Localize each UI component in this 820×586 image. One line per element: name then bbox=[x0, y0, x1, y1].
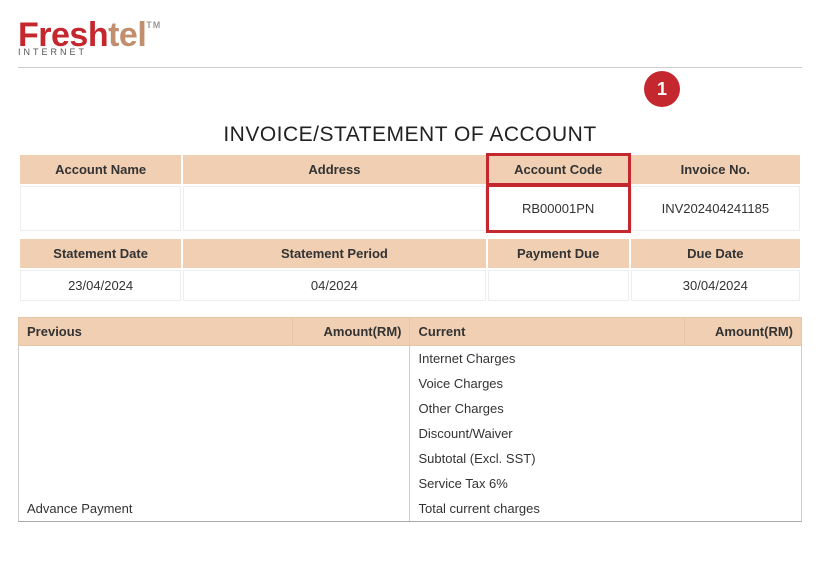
brand-header: FreshtelTM INTERNET bbox=[18, 18, 802, 68]
td-prev-advance: Advance Payment bbox=[19, 496, 293, 522]
td-curr-internet-amt bbox=[684, 346, 801, 372]
td-invoice-no: INV202404241185 bbox=[631, 186, 800, 231]
logo-text-fresh: Fresh bbox=[18, 16, 108, 54]
th-curr-amount: Amount(RM) bbox=[684, 318, 801, 346]
th-prev-amount: Amount(RM) bbox=[293, 318, 410, 346]
th-address: Address bbox=[183, 155, 485, 184]
td-due-date: 30/04/2024 bbox=[631, 270, 800, 301]
logo-text-tel: tel bbox=[108, 16, 146, 54]
th-statement-date: Statement Date bbox=[20, 239, 181, 268]
callout-badge: 1 bbox=[644, 71, 680, 107]
td-curr-tax: Service Tax 6% bbox=[410, 471, 684, 496]
td-account-code: RB00001PN bbox=[488, 186, 629, 231]
th-previous: Previous bbox=[19, 318, 293, 346]
td-address bbox=[183, 186, 485, 231]
account-table: Account Name Address Account Code Invoic… bbox=[18, 153, 802, 233]
td-statement-date: 23/04/2024 bbox=[20, 270, 181, 301]
td-account-name bbox=[20, 186, 181, 231]
th-account-code: Account Code bbox=[488, 155, 629, 184]
td-curr-discount: Discount/Waiver bbox=[410, 421, 684, 446]
td-curr-voice: Voice Charges bbox=[410, 371, 684, 396]
statement-table: Statement Date Statement Period Payment … bbox=[18, 237, 802, 303]
th-invoice-no: Invoice No. bbox=[631, 155, 800, 184]
td-curr-subtotal: Subtotal (Excl. SST) bbox=[410, 446, 684, 471]
brand-logo: FreshtelTM INTERNET bbox=[18, 18, 802, 57]
th-statement-period: Statement Period bbox=[183, 239, 485, 268]
td-prev-amt-empty bbox=[293, 346, 410, 372]
td-prev-empty bbox=[19, 346, 293, 372]
charges-table: Previous Amount(RM) Current Amount(RM) I… bbox=[18, 317, 802, 522]
td-curr-other: Other Charges bbox=[410, 396, 684, 421]
td-payment-due bbox=[488, 270, 629, 301]
th-current: Current bbox=[410, 318, 684, 346]
document-header: INVOICE/STATEMENT OF ACCOUNT 1 bbox=[18, 123, 802, 147]
th-account-name: Account Name bbox=[20, 155, 181, 184]
th-payment-due: Payment Due bbox=[488, 239, 629, 268]
td-curr-total: Total current charges bbox=[410, 496, 684, 522]
document-title: INVOICE/STATEMENT OF ACCOUNT bbox=[18, 123, 802, 147]
td-curr-internet: Internet Charges bbox=[410, 346, 684, 372]
logo-trademark: TM bbox=[146, 20, 161, 30]
th-due-date: Due Date bbox=[631, 239, 800, 268]
td-statement-period: 04/2024 bbox=[183, 270, 485, 301]
